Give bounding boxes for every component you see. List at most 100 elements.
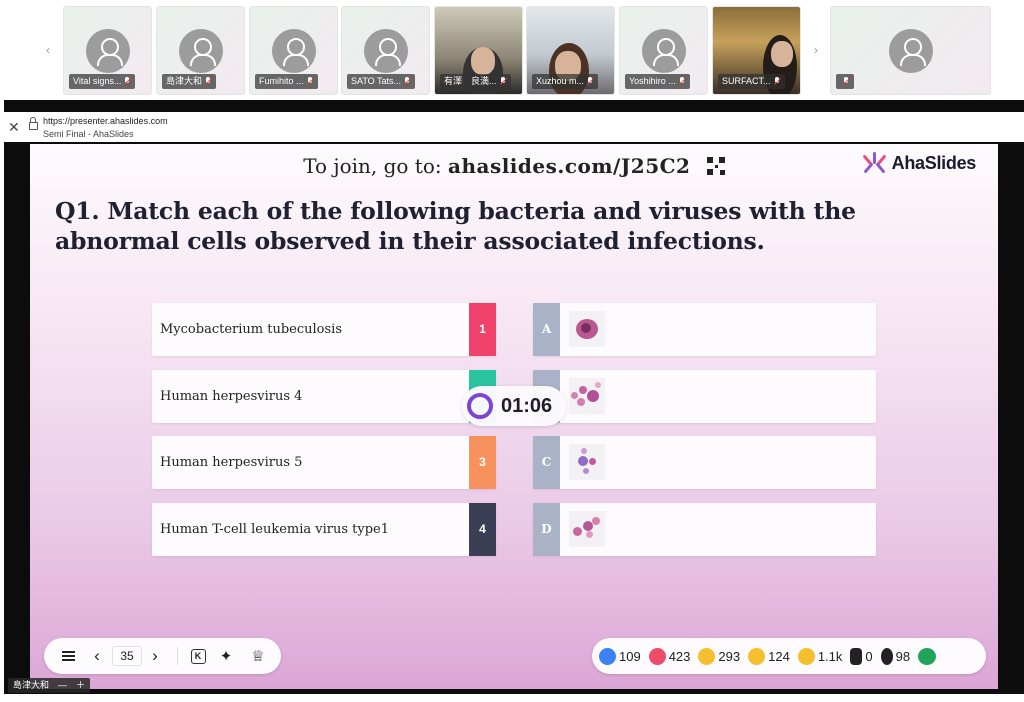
raise-hand-icon xyxy=(850,647,863,665)
lock-icon xyxy=(29,117,38,130)
timer-value: 01:06 xyxy=(501,394,553,417)
wow-icon xyxy=(748,647,766,665)
participant-name: 有澤 良満... xyxy=(440,74,511,89)
keyboard-shortcuts-icon[interactable]: K xyxy=(189,638,207,674)
match-item-letter: C xyxy=(533,436,560,489)
participant-name: Xuzhou m... xyxy=(532,74,599,89)
match-item-letter: D xyxy=(533,503,560,556)
mic-muted-icon xyxy=(205,77,212,86)
mic-muted-icon xyxy=(307,77,314,86)
participant-count[interactable]: 98 xyxy=(880,647,911,665)
join-instructions: To join, go to: ahaslides.com/J25C2 xyxy=(30,154,998,178)
status-indicator[interactable] xyxy=(918,647,939,665)
participant-name xyxy=(836,74,854,89)
participant-name: SATO Tats... xyxy=(347,74,416,89)
participant-name: Yoshihiro ... xyxy=(625,74,690,89)
match-item-left[interactable]: Human T-cell leukemia virus type1 4 xyxy=(152,503,496,556)
next-slide-icon[interactable]: › xyxy=(148,638,162,674)
close-icon[interactable]: ✕ xyxy=(8,120,20,134)
participant-tile[interactable]: Yoshihiro ... xyxy=(619,6,708,95)
avatar-icon xyxy=(888,29,933,73)
reaction-heart[interactable]: 423 xyxy=(648,647,691,665)
reaction-sad[interactable]: 1.1k xyxy=(797,647,843,665)
timer-ring-icon xyxy=(467,393,493,419)
reaction-wow[interactable]: 124 xyxy=(748,647,790,665)
match-item-right[interactable]: D xyxy=(533,503,876,556)
mic-muted-icon xyxy=(679,77,686,86)
qr-code-icon[interactable] xyxy=(706,157,725,175)
sad-icon xyxy=(797,647,815,665)
strip-next-icon[interactable]: › xyxy=(806,6,826,94)
mic-muted-icon xyxy=(404,77,411,86)
reaction-count: 0 xyxy=(865,648,873,664)
reaction-count: 124 xyxy=(768,648,790,664)
reaction-count: 293 xyxy=(718,648,741,664)
heart-icon xyxy=(648,647,666,665)
giant-cell-image xyxy=(569,311,605,347)
avatar-icon xyxy=(363,29,408,73)
match-item-number: 4 xyxy=(469,503,496,556)
match-item-number: 1 xyxy=(469,303,496,356)
reaction-count: 109 xyxy=(619,648,641,664)
avatar-icon xyxy=(271,29,316,73)
participant-tile[interactable]: Fumihito ... xyxy=(249,6,338,95)
match-item-right[interactable]: A xyxy=(533,303,876,356)
flower-cell-image xyxy=(569,511,605,547)
owl-eye-cell-image xyxy=(569,444,605,480)
participant-name: Fumihito ... xyxy=(255,74,318,89)
brand-logo: AhaSlides xyxy=(862,152,976,174)
participant-video-tile[interactable]: 有澤 良満... xyxy=(434,6,523,95)
avatar-icon xyxy=(85,29,130,73)
match-item-left[interactable]: Mycobacterium tubeculosis 1 xyxy=(152,303,496,356)
menu-icon[interactable] xyxy=(60,638,76,674)
participant-strip: ‹ Vital signs... 島津大和 Fumihito ... SATO … xyxy=(0,0,1024,100)
avatar-icon xyxy=(178,29,223,73)
reaction-like[interactable]: 109 xyxy=(599,647,641,665)
ahaslides-logo-icon xyxy=(862,152,888,174)
presenter-controls: ‹ 35 › K ✦ ♕ xyxy=(44,638,281,674)
reaction-count: 1.1k xyxy=(817,648,843,664)
reaction-count: 98 xyxy=(895,648,911,664)
local-user-label: 島津大和 — ＋ xyxy=(8,678,91,693)
match-item-text: Mycobacterium tubeculosis xyxy=(160,322,342,337)
match-item-text: Human herpesvirus 4 xyxy=(160,389,303,404)
mic-muted-icon xyxy=(587,77,594,86)
match-item-letter: A xyxy=(533,303,560,356)
match-item-number: 3 xyxy=(469,436,496,489)
url-text[interactable]: https://presenter.ahaslides.com xyxy=(43,116,168,126)
participant-tile[interactable] xyxy=(830,6,991,95)
participant-tile[interactable]: 島津大和 xyxy=(156,6,245,95)
avatar-icon xyxy=(641,29,686,73)
participant-name: SURFACT... xyxy=(718,74,785,89)
trophy-icon[interactable]: ♕ xyxy=(248,638,268,674)
reaction-hand[interactable]: 0 xyxy=(850,647,873,665)
browser-bar: ✕ https://presenter.ahaslides.com Semi F… xyxy=(4,112,1024,142)
participant-video-tile[interactable]: Xuzhou m... xyxy=(526,6,615,95)
participant-tile[interactable]: SATO Tats... xyxy=(341,6,430,95)
participant-name: 島津大和 xyxy=(162,74,217,89)
match-item-text: Human herpesvirus 5 xyxy=(160,455,303,470)
laugh-icon xyxy=(698,647,716,665)
celebrate-icon[interactable]: ✦ xyxy=(216,638,236,674)
strip-prev-icon[interactable]: ‹ xyxy=(38,6,58,94)
page-title: Semi Final - AhaSlides xyxy=(43,129,134,139)
mic-muted-icon xyxy=(500,77,507,86)
previous-slide-icon[interactable]: ‹ xyxy=(90,638,104,674)
match-item-left[interactable]: Human herpesvirus 5 3 xyxy=(152,436,496,489)
match-item-right[interactable]: C xyxy=(533,436,876,489)
participant-tile[interactable]: Vital signs... xyxy=(63,6,152,95)
atypical-lymphocyte-image xyxy=(569,378,605,414)
participant-name: Vital signs... xyxy=(69,74,136,89)
mic-muted-icon xyxy=(124,77,131,86)
reaction-count: 423 xyxy=(668,648,691,664)
separator-bar xyxy=(4,100,1024,112)
mic-muted-icon xyxy=(843,77,850,86)
slide-number[interactable]: 35 xyxy=(112,646,142,666)
reaction-laugh[interactable]: 293 xyxy=(698,647,741,665)
participant-video-tile[interactable]: SURFACT... xyxy=(712,6,801,95)
match-item-right[interactable]: B xyxy=(533,370,876,423)
reactions-bar: 109 423 293 124 1.1k 0 98 xyxy=(592,638,986,674)
video-face xyxy=(771,41,793,67)
match-item-text: Human T-cell leukemia virus type1 xyxy=(160,522,390,537)
match-item-left[interactable]: Human herpesvirus 4 2 xyxy=(152,370,496,423)
